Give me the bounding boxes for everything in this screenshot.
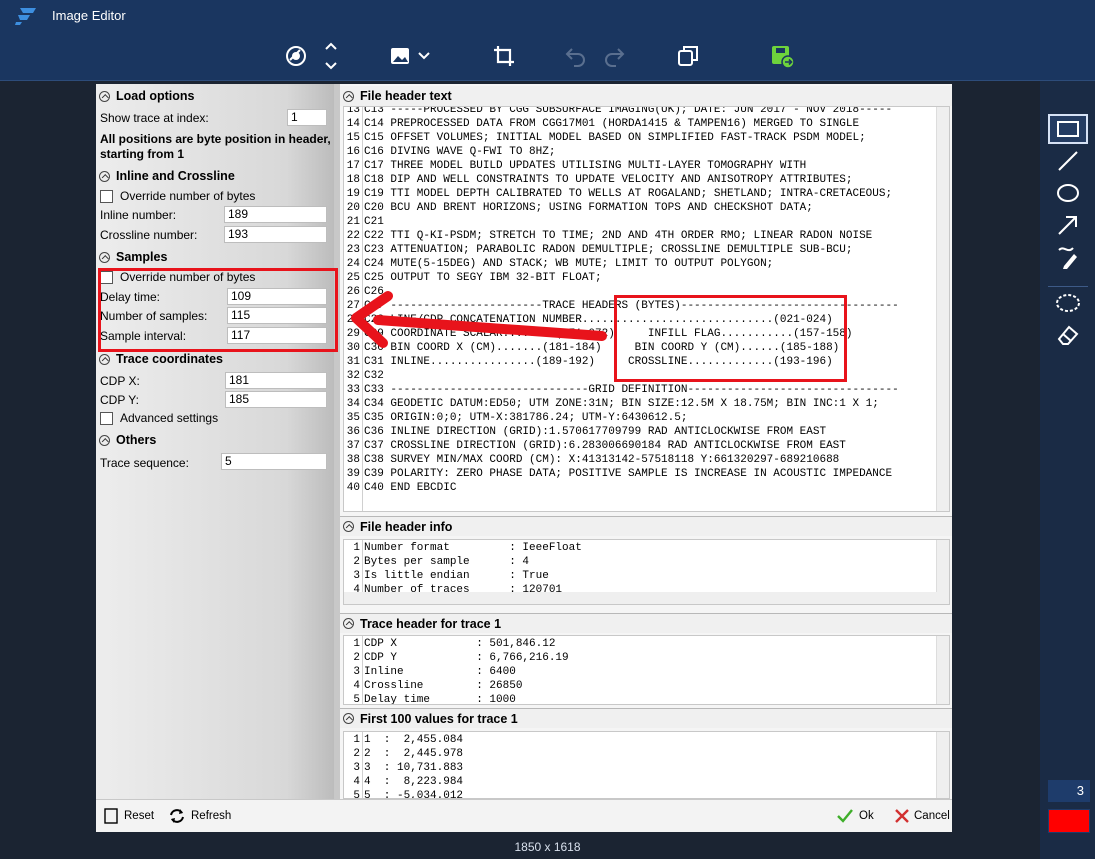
arrow-shaft xyxy=(373,315,607,341)
annotation-arrow[interactable] xyxy=(0,0,1095,859)
